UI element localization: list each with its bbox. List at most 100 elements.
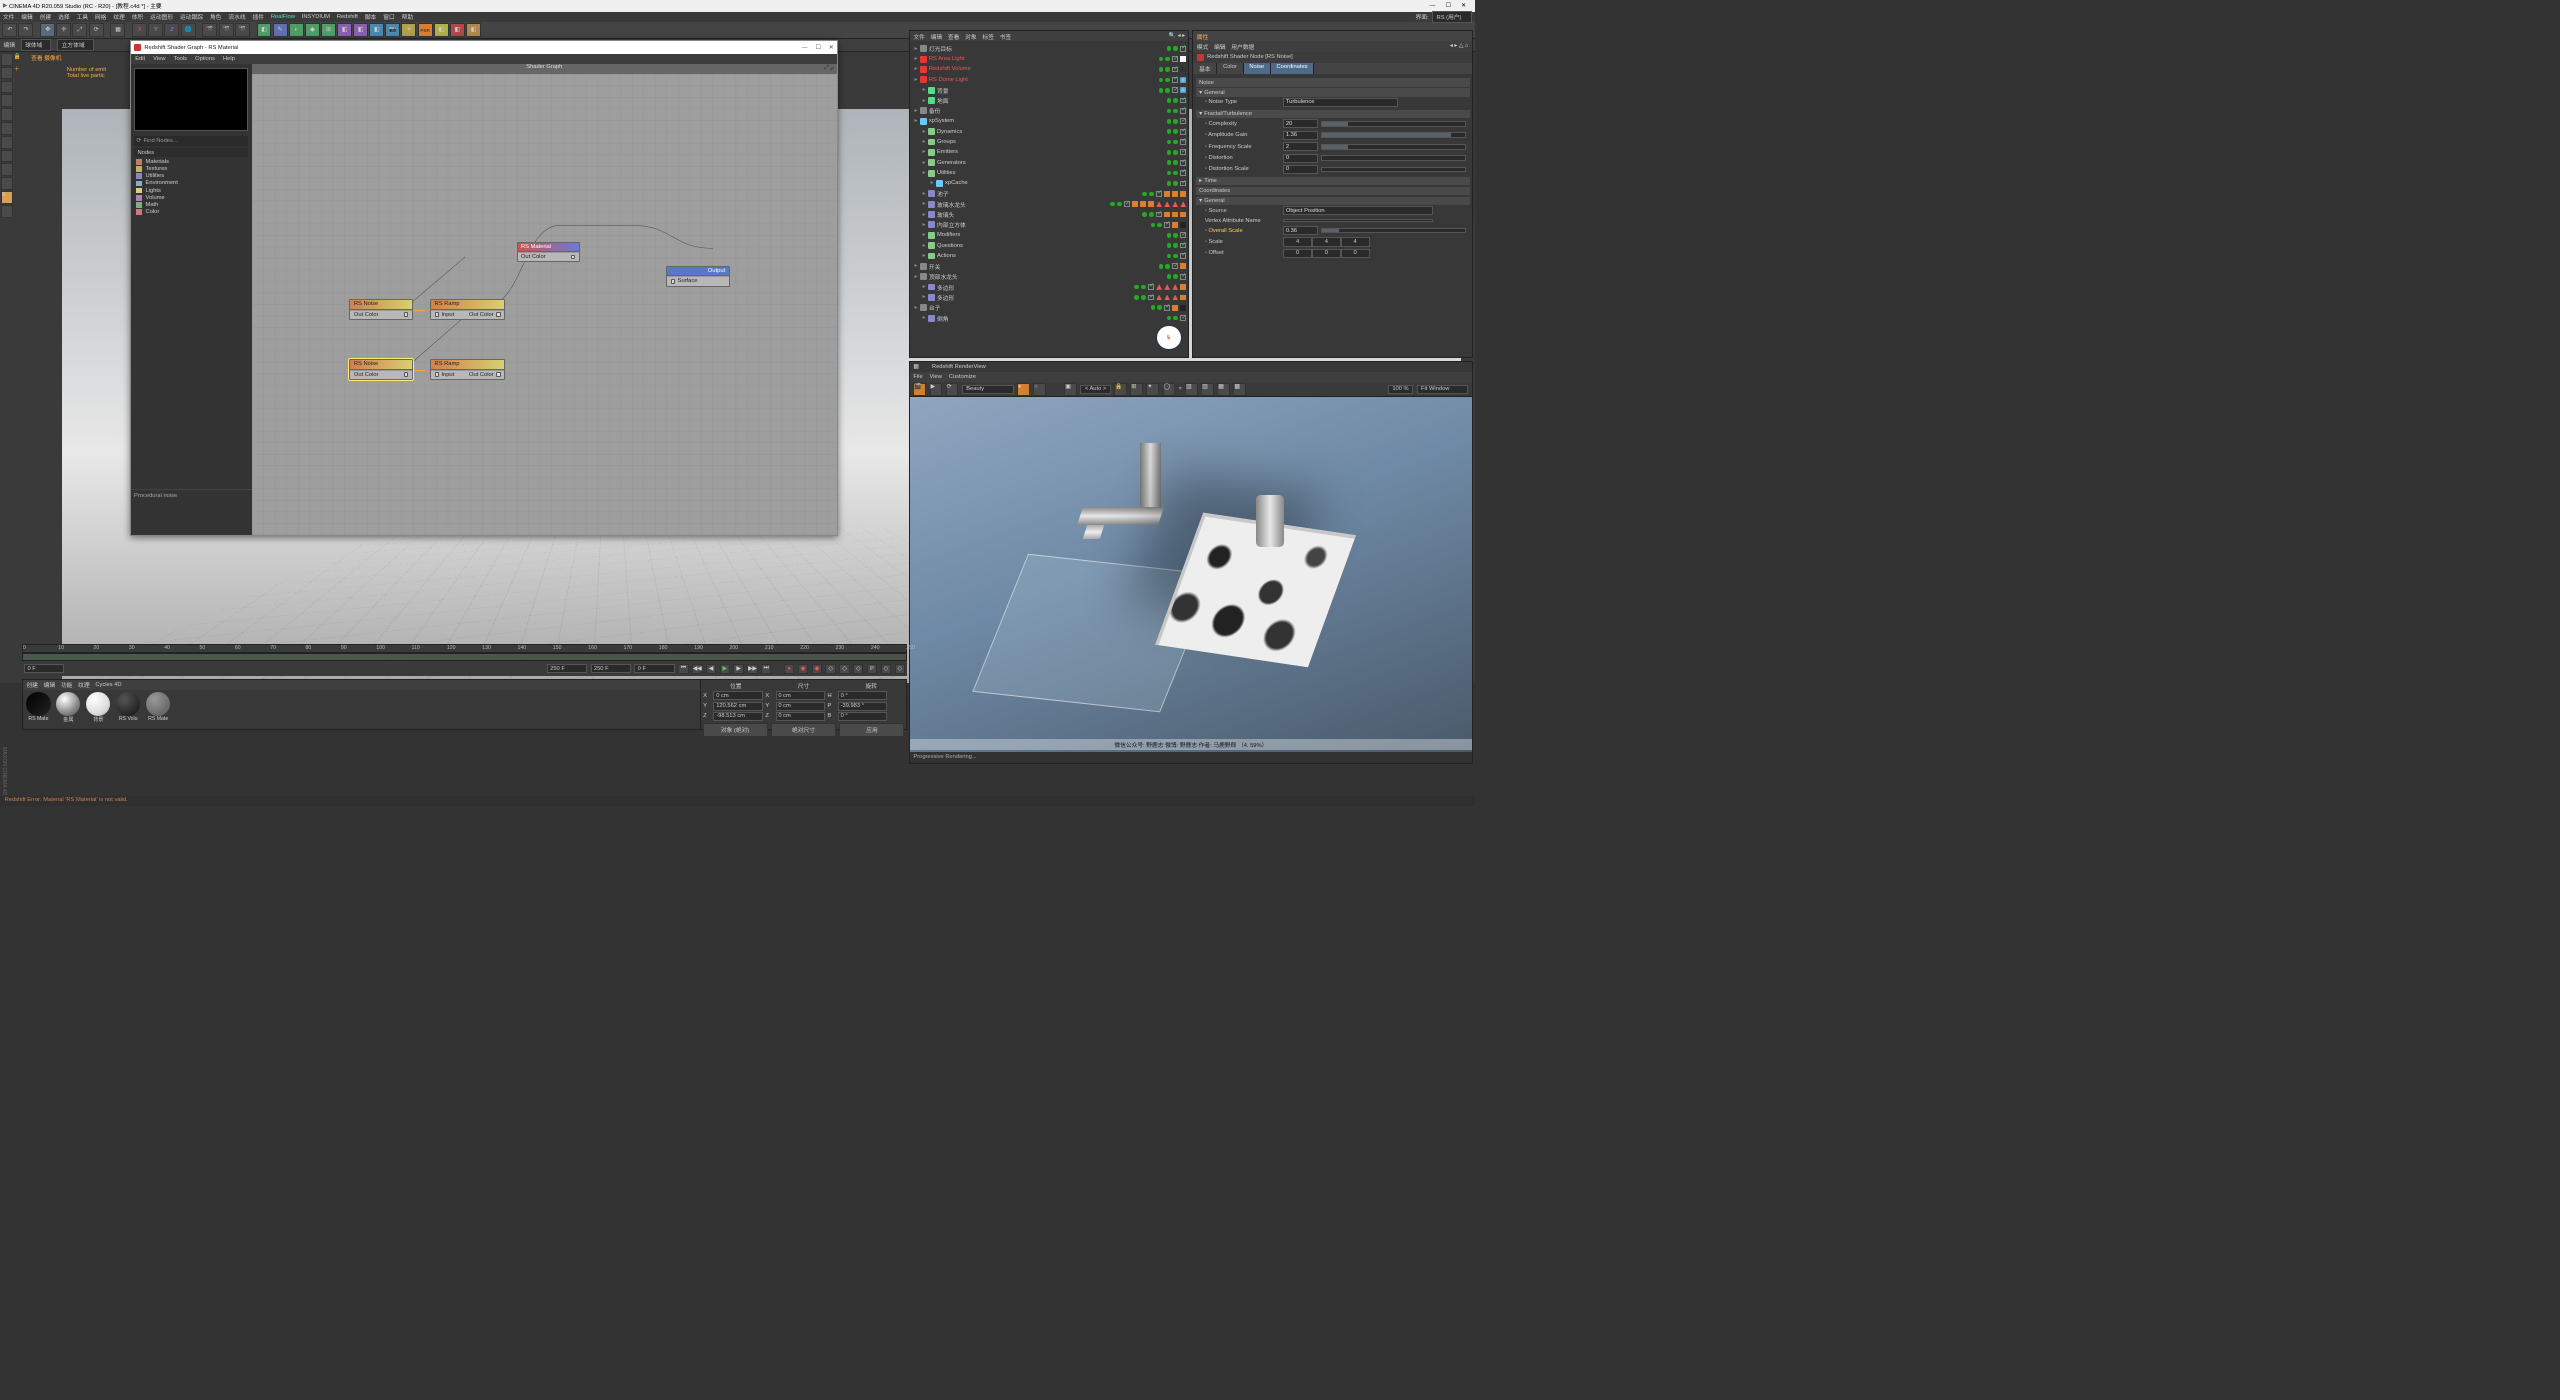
attr-slider[interactable] [1321,155,1466,161]
coord-size-dropdown[interactable]: 绝对尺寸 [771,723,836,736]
object-row[interactable]: ▸ 地面 [912,95,1186,105]
attr-value-input[interactable]: 1.36 [1283,131,1318,140]
sg-category[interactable]: Textures [136,166,245,172]
sg-category[interactable]: Environment [136,180,245,186]
node-rs-ramp[interactable]: RS Ramp InputOut Color [430,359,505,380]
sg-menu-item[interactable]: Options [195,56,215,62]
sg-canvas[interactable]: Shader Graph ⤢↙ RS Noise Out Color RS No… [252,64,838,534]
object-row[interactable]: ▸ 顶部水龙头 [912,272,1186,282]
mode-point-icon[interactable] [1,94,14,107]
rv-aov-dropdown[interactable]: Beauty [962,385,1014,394]
object-row[interactable]: ▸ Questions [912,240,1186,250]
om-menu[interactable]: 书签 [1000,32,1012,41]
menu-item[interactable]: 工具 [77,12,89,21]
rv-play-icon[interactable]: ▶ [930,383,943,396]
menu-item[interactable]: 编辑 [21,12,33,21]
object-row[interactable]: ▸ 备份 [912,106,1186,116]
tab-coordinates[interactable]: Coordinates [1271,63,1315,74]
object-row[interactable]: ▸ 背景 [912,85,1186,95]
scale-x-input[interactable]: 4 [1283,237,1312,246]
attr-slider[interactable] [1321,167,1466,173]
object-row[interactable]: ▸ 内部立方体 [912,220,1186,230]
attr-slider[interactable] [1321,144,1466,150]
prim-field-icon[interactable]: ◧ [353,23,368,38]
prim-array-icon[interactable]: ⊞ [321,23,336,38]
sg-category[interactable]: Utilities [136,173,245,179]
node-rs-ramp[interactable]: RS Ramp InputOut Color [430,299,505,320]
key-icon[interactable]: ◆ [798,664,808,674]
node-output[interactable]: Output Surface [666,266,729,287]
om-menu[interactable]: 对象 [965,32,977,41]
object-row[interactable]: ▸ RS Dome Light [912,75,1186,85]
rv-render-icon[interactable]: 🎬 [913,383,926,396]
mode-object-icon[interactable] [1,67,14,80]
object-row[interactable]: ▸ 池子 [912,189,1186,199]
sg-close-button[interactable]: ✕ [829,45,834,51]
mat-menu[interactable]: 纹理 [78,680,90,689]
coord-apply-button[interactable]: 应用 [839,723,904,736]
object-row[interactable]: ▸ Emitters [912,147,1186,157]
rv-menu[interactable]: Customize [949,374,976,380]
mode-snap-icon[interactable]: S [1,191,14,204]
om-menu[interactable]: 查看 [948,32,960,41]
k2-icon[interactable]: ◇ [839,664,849,674]
rv-zoom-input[interactable]: 100 % [1388,385,1413,394]
render-icon[interactable]: 🎬 [202,23,217,38]
rv-refresh-icon[interactable]: ⟳ [946,383,959,396]
vertex-attr-input[interactable] [1283,219,1433,222]
attr-slider[interactable] [1321,132,1466,138]
prim-gen-icon[interactable]: ◆ [305,23,320,38]
play-icon[interactable]: ▶ [720,664,730,674]
sg-menu-item[interactable]: Edit [135,56,145,62]
k4-icon[interactable]: P [867,664,877,674]
sg-collapse-icon[interactable]: ↙ [830,66,835,72]
step-fwd-icon[interactable]: ▶▶ [747,664,757,674]
prim-pen-icon[interactable]: ✎ [273,23,288,38]
k3-icon[interactable]: ◇ [853,664,863,674]
y-lock-icon[interactable]: Y [148,23,163,38]
attr-menu[interactable]: 编辑 [1214,42,1226,51]
rv-snap1-icon[interactable]: ▧ [1185,383,1198,396]
rv-sphere2-icon[interactable]: ○ [1033,383,1046,396]
tool2-dd1[interactable]: 球体域 [21,39,52,51]
mode-uv-icon[interactable] [1,163,14,176]
object-row[interactable]: ▸ 倒角 [912,313,1186,323]
object-row[interactable]: ▸ Generators [912,158,1186,168]
object-row[interactable]: ▸ Utilities [912,168,1186,178]
mode-tex-icon[interactable] [1,136,14,149]
menu-item[interactable]: 纹理 [113,12,125,21]
section-general2[interactable]: ▾ General [1196,197,1470,205]
sg-category[interactable]: Volume [136,195,245,201]
attr-menu[interactable]: 用户数据 [1231,42,1254,51]
coord-pos-input[interactable]: -98.513 cm [713,712,763,721]
history-icon[interactable]: ▦ [110,23,125,38]
extra1-icon[interactable]: ◧ [434,23,449,38]
noise-type-dropdown[interactable]: Turbulence [1283,98,1398,107]
coord-pos-input[interactable]: 120.562 cm [713,702,763,711]
prim-env-icon[interactable]: ◧ [369,23,384,38]
mode-axis-icon[interactable] [1,81,14,94]
world-icon[interactable]: 🌐 [181,23,196,38]
tool2-dd2[interactable]: 立方体域 [57,39,94,51]
frame-start-input[interactable]: 0 F [24,664,64,673]
source-dropdown[interactable]: Object Position [1283,206,1433,215]
menu-item[interactable]: 帮助 [402,12,414,21]
tab-color[interactable]: Color [1217,63,1243,74]
rv-snap4-icon[interactable]: ▩ [1233,383,1246,396]
menu-item[interactable]: Redshift [337,14,358,20]
goto-start-icon[interactable]: ⏮ [678,664,688,674]
k6-icon[interactable]: ◇ [895,664,905,674]
rv-snap3-icon[interactable]: ▦ [1217,383,1230,396]
timeline-track[interactable] [22,653,907,661]
layout-dropdown[interactable]: RS (用户) [1432,11,1472,23]
step-back-icon[interactable]: ◀◀ [692,664,702,674]
node-rs-material[interactable]: RS Material Out Color [517,242,580,263]
object-row[interactable]: ▸ 灯光目标 [912,44,1186,54]
coord-rot-input[interactable]: 0 ° [838,712,888,721]
sg-maximize-button[interactable]: ☐ [816,45,821,51]
mat-menu[interactable]: Cycles 4D [95,682,121,688]
sg-minimize-button[interactable]: — [802,45,808,51]
mat-menu[interactable]: 功能 [61,680,73,689]
minimize-button[interactable]: — [1429,3,1435,9]
mode-extra-icon[interactable] [1,205,14,218]
